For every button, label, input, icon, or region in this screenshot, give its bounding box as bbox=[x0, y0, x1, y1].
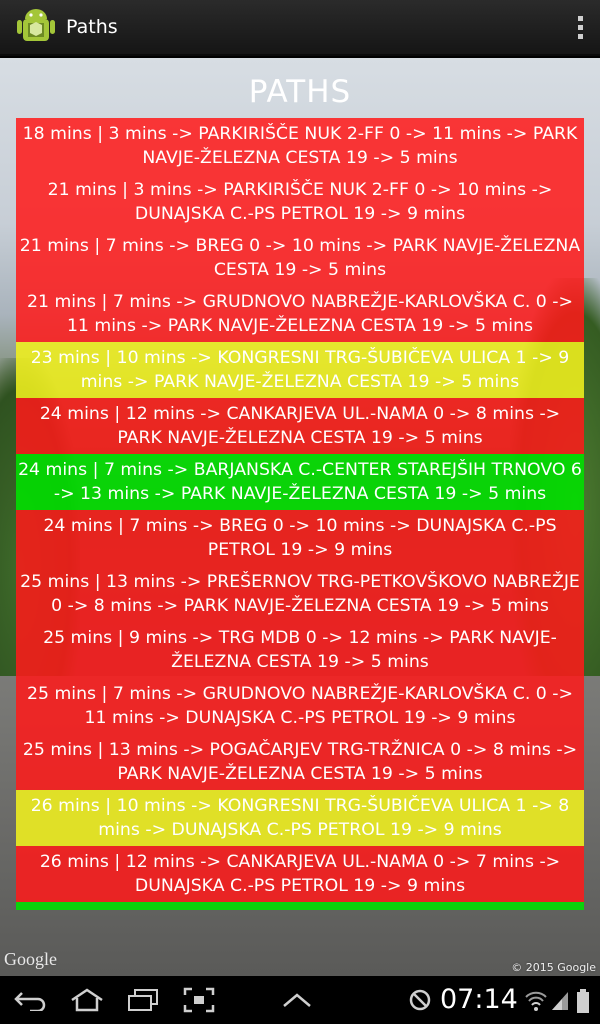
map-copyright: © 2015 Google bbox=[511, 961, 596, 974]
wifi-icon bbox=[524, 988, 548, 1016]
path-item[interactable]: 25 mins | 9 mins -> TRG MDB 0 -> 12 mins… bbox=[16, 622, 584, 678]
action-bar: Paths bbox=[0, 0, 600, 56]
back-icon[interactable] bbox=[6, 976, 56, 1024]
android-robot-icon[interactable] bbox=[16, 7, 56, 47]
paths-list[interactable]: 18 mins | 3 mins -> PARKIRIŠČE NUK 2-FF … bbox=[16, 118, 584, 959]
battery-icon bbox=[576, 988, 590, 1018]
path-item[interactable]: 24 mins | 12 mins -> CANKARJEVA UL.-NAMA… bbox=[16, 398, 584, 454]
path-item[interactable]: 25 mins | 13 mins -> POGAČARJEV TRG-TRŽN… bbox=[16, 734, 584, 790]
system-bar: 07:14 bbox=[0, 976, 600, 1024]
chevron-up-icon[interactable] bbox=[272, 976, 322, 1024]
path-item[interactable]: 24 mins | 7 mins -> BARJANSKA C.-CENTER … bbox=[16, 454, 584, 510]
path-item[interactable]: 21 mins | 3 mins -> PARKIRIŠČE NUK 2-FF … bbox=[16, 174, 584, 230]
no-sync-icon bbox=[408, 988, 432, 1016]
signal-icon bbox=[550, 988, 570, 1016]
path-item[interactable]: 23 mins | 10 mins -> KONGRESNI TRG-ŠUBIČ… bbox=[16, 342, 584, 398]
status-clock: 07:14 bbox=[440, 984, 518, 1015]
app-title: Paths bbox=[66, 16, 118, 38]
path-item[interactable]: 26 mins | 10 mins -> KONGRESNI TRG-ŠUBIČ… bbox=[16, 790, 584, 846]
path-item[interactable] bbox=[16, 902, 584, 910]
path-item[interactable]: 25 mins | 7 mins -> GRUDNOVO NABREŽJE-KA… bbox=[16, 678, 584, 734]
overflow-menu-icon[interactable] bbox=[560, 0, 600, 55]
path-item[interactable]: 24 mins | 7 mins -> BREG 0 -> 10 mins ->… bbox=[16, 510, 584, 566]
path-item[interactable]: 26 mins | 12 mins -> CANKARJEVA UL.-NAMA… bbox=[16, 846, 584, 902]
path-item[interactable]: 21 mins | 7 mins -> GRUDNOVO NABREŽJE-KA… bbox=[16, 286, 584, 342]
home-icon[interactable] bbox=[62, 976, 112, 1024]
page-title: PATHS bbox=[248, 74, 352, 110]
screenshot-icon[interactable] bbox=[174, 976, 224, 1024]
path-item[interactable]: 25 mins | 13 mins -> PREŠERNOV TRG-PETKO… bbox=[16, 566, 584, 622]
path-item[interactable]: 21 mins | 7 mins -> BREG 0 -> 10 mins ->… bbox=[16, 230, 584, 286]
recent-apps-icon[interactable] bbox=[118, 976, 168, 1024]
path-item[interactable]: 18 mins | 3 mins -> PARKIRIŠČE NUK 2-FF … bbox=[16, 118, 584, 174]
